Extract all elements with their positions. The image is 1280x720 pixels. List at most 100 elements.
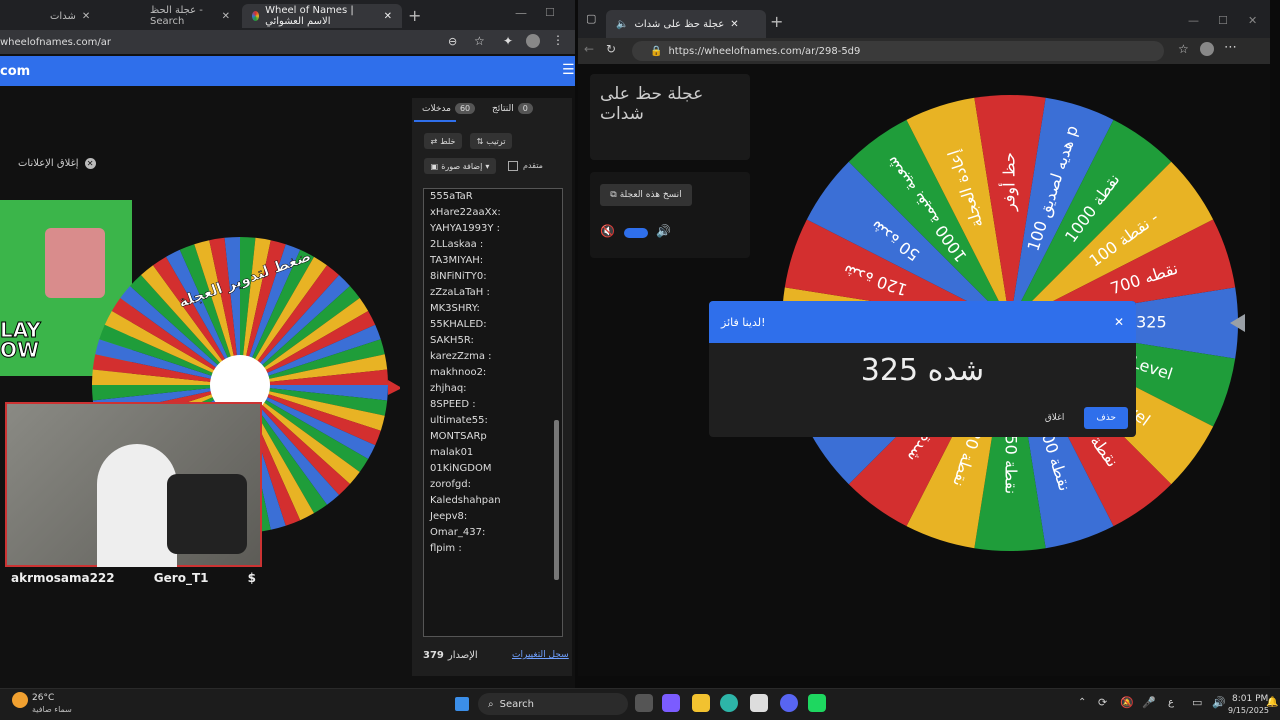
- close-icon[interactable]: ✕: [84, 158, 96, 169]
- minimize-icon[interactable]: —: [515, 6, 527, 20]
- refresh-icon[interactable]: ↻: [606, 42, 616, 56]
- close-window-icon[interactable]: ✕: [1248, 14, 1257, 27]
- menu-dots-icon[interactable]: ⋯: [1224, 40, 1237, 55]
- left-tab-bar: شدات ✕ عجلة الحظ - Search ✕ Wheel of Names…: [0, 0, 575, 30]
- remove-winner-button[interactable]: حذف: [1084, 407, 1128, 429]
- tab-search[interactable]: عجلة الحظ - Search ✕: [140, 4, 240, 28]
- entry-line: zZzaLaTaH :: [430, 287, 490, 298]
- entry-line: MK3SHRY:: [430, 303, 480, 314]
- tab-label: عجلة الحظ - Search: [150, 5, 203, 27]
- version-number: 379: [423, 650, 444, 661]
- notification-icon[interactable]: 🔔: [1266, 697, 1278, 708]
- task-view-icon[interactable]: [635, 694, 653, 712]
- close-icon[interactable]: ✕: [82, 11, 90, 22]
- webcam-user-1: akrmosama222: [11, 571, 115, 585]
- sound-toggle[interactable]: [624, 228, 648, 238]
- store-icon[interactable]: [750, 694, 768, 712]
- tab-entries-label: مدخلات: [422, 103, 451, 114]
- favorites-icon[interactable]: ☆: [1178, 42, 1189, 56]
- zoom-icon[interactable]: ⊖: [448, 35, 457, 48]
- image-icon: ▣: [430, 161, 439, 171]
- tab-wheel[interactable]: 🔈 عجلة حظ على شدات ✕: [606, 10, 766, 38]
- new-tab-icon[interactable]: +: [770, 12, 783, 31]
- entry-line: TA3MIYAH:: [430, 255, 484, 266]
- volume-icon[interactable]: 🔊: [656, 224, 671, 238]
- entry-line: zhjhaq:: [430, 383, 467, 394]
- ad-close-label: إغلاق الإعلانات: [18, 158, 79, 169]
- clock-date[interactable]: 9/15/2025: [1228, 706, 1269, 715]
- tab-label: Wheel of Names | الاسم العشوائي: [265, 5, 354, 27]
- entries-textarea[interactable]: 555aTaR xHare22aaXx: YAHYA1993Y : 2LLaskaa …: [423, 188, 563, 637]
- volume-tray-icon[interactable]: 🔊: [1212, 696, 1226, 709]
- right-address-bar[interactable]: 🔒 https://wheelofnames.com/ar/298-5d9: [632, 41, 1164, 61]
- tab-label: شدات: [50, 10, 76, 22]
- advanced-checkbox[interactable]: [508, 161, 518, 171]
- wheel-favicon-icon: [252, 11, 260, 21]
- maximize-icon[interactable]: ☐: [1218, 14, 1228, 27]
- mute-icon[interactable]: 🔇: [600, 224, 615, 238]
- back-icon[interactable]: ←: [584, 42, 594, 56]
- changelog-link[interactable]: سجل التغييرات: [512, 650, 569, 660]
- close-dialog-button[interactable]: اغلاق: [1039, 407, 1071, 429]
- tab-results[interactable]: النتائج 0: [492, 103, 533, 114]
- star-icon[interactable]: ☆: [474, 34, 485, 48]
- site-header-bar: com ☰: [0, 56, 575, 86]
- search-label: Search: [499, 698, 534, 710]
- mute-tray-icon[interactable]: 🔕: [1120, 696, 1134, 709]
- weather-desc: سماء صافية: [32, 705, 72, 714]
- webcam-symbol: $: [247, 571, 256, 585]
- taskbar-search[interactable]: ⌕ Search: [478, 693, 628, 715]
- chevron-up-icon[interactable]: ⌃: [1078, 697, 1086, 708]
- sort-button[interactable]: ⇅ ترتيب: [470, 133, 512, 149]
- file-explorer-icon[interactable]: [692, 694, 710, 712]
- minimize-icon[interactable]: —: [1188, 14, 1199, 27]
- ad-close-control[interactable]: إغلاق الإعلانات ✕: [18, 158, 96, 169]
- add-image-button[interactable]: ▣ إضافة صورة ▾: [424, 158, 496, 174]
- tab-entries[interactable]: مدخلات 60: [422, 103, 476, 114]
- maximize-icon[interactable]: ☐: [545, 6, 555, 19]
- sync-icon[interactable]: ⟳: [1098, 696, 1107, 709]
- language-indicator[interactable]: ع: [1168, 697, 1174, 708]
- tab-shadat[interactable]: شدات ✕: [40, 4, 90, 28]
- close-icon[interactable]: ✕: [1114, 315, 1124, 329]
- copilot-icon[interactable]: [662, 694, 680, 712]
- tab-wheel-of-names[interactable]: Wheel of Names | الاسم العشوائي ✕: [242, 4, 402, 28]
- extensions-icon[interactable]: ✦: [503, 34, 513, 48]
- shuffle-label: خلط: [440, 136, 456, 146]
- edge-icon[interactable]: [720, 694, 738, 712]
- shuffle-icon: ⇄: [430, 136, 438, 146]
- copy-wheel-button[interactable]: ⧉ انسخ هذه العجلة: [600, 184, 692, 206]
- close-icon[interactable]: ✕: [730, 19, 738, 30]
- entries-scrollbar[interactable]: [554, 420, 559, 580]
- avatar[interactable]: [1200, 42, 1214, 56]
- right-url-text: https://wheelofnames.com/ar/298-5d9: [668, 45, 861, 57]
- webcam-name-bar: akrmosama222 Gero_T1 $: [5, 567, 262, 589]
- hamburger-icon[interactable]: ☰: [562, 62, 575, 78]
- discord-icon[interactable]: [780, 694, 798, 712]
- mic-icon[interactable]: 🎤: [1142, 696, 1156, 709]
- entry-line: malak01: [430, 447, 474, 458]
- left-address-bar[interactable]: wheelofnames.com/ar ⊖ ☆ ✦ ⋮: [0, 30, 575, 54]
- close-icon[interactable]: ✕: [384, 11, 392, 22]
- tab-actions-icon[interactable]: ▢: [586, 12, 596, 25]
- wheel-pointer: [388, 380, 400, 395]
- app-icon[interactable]: [808, 694, 826, 712]
- network-icon[interactable]: ▭: [1192, 696, 1202, 709]
- shuffle-button[interactable]: ⇄ خلط: [424, 133, 462, 149]
- weather-icon[interactable]: [12, 692, 28, 708]
- windows-start-icon[interactable]: [455, 697, 469, 711]
- lock-icon: 🔒: [650, 45, 663, 57]
- entry-line: MONTSARp: [430, 431, 487, 442]
- entry-line: Omar_437:: [430, 527, 486, 538]
- webcam-overlay: [5, 402, 262, 569]
- tab-label: عجلة حظ على شدات: [634, 18, 725, 30]
- clock-time[interactable]: 8:01 PM: [1232, 694, 1268, 704]
- active-tab-indicator: [414, 120, 456, 122]
- menu-dots-icon[interactable]: ⋮: [552, 33, 564, 47]
- search-icon: ⌕: [488, 698, 494, 710]
- close-icon[interactable]: ✕: [222, 11, 230, 22]
- weather-temp: 26°C: [32, 693, 55, 703]
- new-tab-icon[interactable]: +: [408, 6, 421, 25]
- avatar[interactable]: [526, 34, 540, 48]
- winner-dialog-title: لدينا فائز!: [721, 315, 766, 329]
